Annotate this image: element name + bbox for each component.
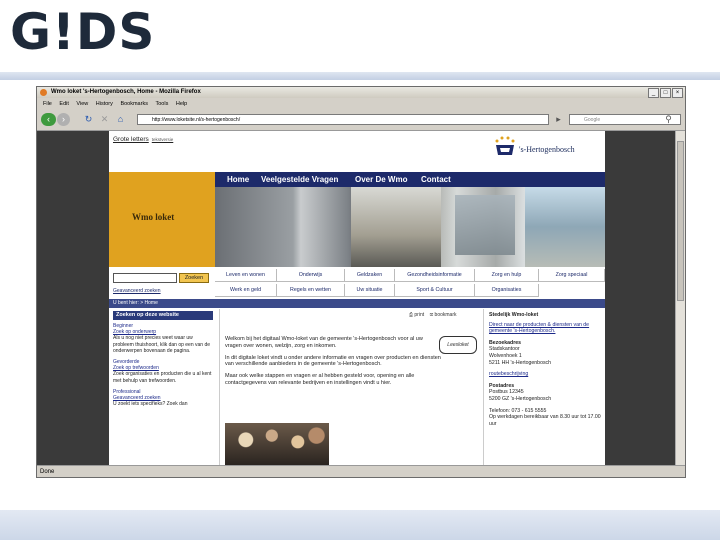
crowd-photo — [225, 423, 329, 465]
print-link[interactable]: print — [414, 312, 424, 318]
professional-text: U zoekt iets specifieks? Zoek dan — [113, 401, 188, 408]
main-content: Welkom bij het digitaal Wmo-loket van de… — [225, 336, 445, 387]
print-icon[interactable]: ⎙ — [409, 312, 413, 318]
go-icon[interactable]: ▸ — [553, 114, 564, 125]
slide-header: G!DS — [0, 0, 720, 78]
telefoon-hours: Op werkdagen bereikbaar van 8.30 uur tot… — [489, 414, 601, 427]
postadres-line-2: 5200 GZ 's-Hertogenbosch — [489, 395, 552, 402]
zoeken-button[interactable]: Zoeken — [179, 273, 209, 283]
scrollbar-thumb[interactable] — [677, 141, 684, 301]
welcome-paragraph: Welkom bij het digitaal Wmo-loket van de… — [225, 336, 423, 349]
topic-werk-en-geld[interactable]: Werk en geld — [215, 284, 277, 297]
bookmark-link[interactable]: bookmark — [435, 312, 457, 318]
routebeschrijving-link[interactable]: routebeschrijving — [489, 371, 601, 378]
topic-zorg-en-hulp[interactable]: Zorg en hulp — [475, 269, 539, 282]
page-actions: ⎙ print ✉ bookmark — [409, 312, 457, 318]
menu-history[interactable]: History — [96, 99, 113, 109]
gevorderde-text: Zoek organisaties en producten die u al … — [113, 371, 212, 384]
beginner-text: Als u nog niet precies weet waar uw prob… — [113, 335, 211, 354]
menu-tools[interactable]: Tools — [155, 99, 168, 109]
minimize-icon[interactable]: _ — [648, 88, 659, 98]
topic-sport-cultuur[interactable]: Sport & Cultuur — [395, 284, 475, 297]
leesloket-badge[interactable]: Leesloket — [439, 336, 477, 354]
nav-contact[interactable]: Contact — [421, 172, 451, 187]
window-controls: _ □ × — [648, 88, 683, 98]
tekstversie-label: tekstversie — [151, 137, 174, 142]
divider — [483, 309, 484, 465]
nav-veelgestelde-vragen[interactable]: Veelgestelde Vragen — [261, 172, 338, 187]
menu-bookmarks[interactable]: Bookmarks — [120, 99, 148, 109]
wmo-loket-page: Grote letters tekstversie 's-Hertogenbosc… — [109, 131, 605, 465]
home-icon[interactable]: ⌂ — [115, 114, 126, 125]
grote-letters-link[interactable]: Grote letters tekstversie — [113, 136, 173, 143]
postadres-line-1: Postbus 12345 — [489, 389, 524, 396]
left-heading: Zoeken op deze website — [113, 311, 213, 320]
vertical-scrollbar[interactable] — [675, 131, 685, 465]
menu-help[interactable]: Help — [176, 99, 187, 109]
topic-leven-en-wonen[interactable]: Leven en wonen — [215, 269, 277, 282]
menu-view[interactable]: View — [76, 99, 88, 109]
site-search-input[interactable] — [113, 273, 177, 283]
page-viewport: Grote letters tekstversie 's-Hertogenbosc… — [37, 131, 675, 465]
building-photo — [215, 187, 605, 267]
wmo-loket-title: Wmo loket — [132, 212, 175, 222]
address-line-1: Stadskantoor — [489, 346, 520, 353]
bookmark-icon[interactable]: ✉ — [430, 312, 433, 318]
window-title: Wmo loket 's-Hertogenbosch, Home - Mozil… — [51, 89, 201, 95]
window-title-bar: Wmo loket 's-Hertogenbosch, Home - Mozil… — [37, 87, 685, 98]
advanced-search-link[interactable]: Geavanceerd zoeken — [113, 288, 161, 294]
topic-onderwijs[interactable]: Onderwijs — [277, 269, 345, 282]
breadcrumb: U bent hier: > Home — [109, 299, 605, 308]
topic-zorg-speciaal[interactable]: Zorg speciaal — [539, 269, 605, 282]
grote-letters-label: Grote letters — [113, 136, 149, 143]
navigation-toolbar: ‹ › ↻ ✕ ⌂ http://www.loketsite.nl/s-hert… — [37, 110, 685, 131]
right-column: Stedelijk Wmo-loket Direct naar de produ… — [489, 312, 601, 427]
wmo-loket-banner: Wmo loket — [109, 172, 215, 267]
topic-organisaties[interactable]: Organisaties — [475, 284, 539, 297]
divider — [219, 309, 220, 465]
topic-gezondheidsinformatie[interactable]: Gezondheidsinformatie — [395, 269, 475, 282]
left-column: Beginner Zoek op onderwerp Als u nog nie… — [113, 323, 213, 407]
menu-file[interactable]: File — [43, 99, 52, 109]
stedelijk-wmo-loket-heading: Stedelijk Wmo-loket — [489, 312, 539, 318]
menu-bar: File Edit View History Bookmarks Tools H… — [37, 99, 685, 109]
address-bar[interactable]: http://www.loketsite.nl/s-hertogenbosch/ — [137, 114, 549, 125]
intro-paragraph: In dit digitale loket vindt u onder ande… — [225, 354, 441, 368]
address-line-2: Wolvenhoek 1 — [489, 352, 522, 359]
status-bar: Done — [37, 465, 685, 477]
producten-diensten-link[interactable]: Direct naar de producten & diensten van … — [489, 322, 601, 335]
firefox-icon — [40, 89, 47, 96]
topic-regels-en-wetten[interactable]: Regels en wetten — [277, 284, 345, 297]
maximize-icon[interactable]: □ — [660, 88, 671, 98]
menu-edit[interactable]: Edit — [59, 99, 68, 109]
site-navigation: Home Veelgestelde Vragen Over De Wmo Con… — [215, 172, 605, 187]
search-icon[interactable]: ⚲ — [663, 114, 674, 125]
topic-grid: Leven en wonen Onderwijs Geldzaken Gezon… — [215, 269, 605, 299]
stop-icon[interactable]: ✕ — [99, 114, 110, 125]
slide-bottom-band — [0, 510, 720, 540]
back-button[interactable]: ‹ — [41, 113, 56, 126]
postadres-heading: Postadres — [489, 382, 515, 389]
reload-icon[interactable]: ↻ — [83, 114, 94, 125]
slide-top-band — [0, 72, 720, 80]
city-crest-icon — [495, 136, 515, 155]
address-line-3: 5211 HH 's-Hertogenbosch — [489, 359, 552, 366]
bezoekadres-heading: Bezoekadres — [489, 339, 522, 346]
close-icon[interactable]: × — [672, 88, 683, 98]
gids-logo: G!DS — [10, 3, 156, 61]
nav-home[interactable]: Home — [227, 172, 249, 187]
firefox-window: Wmo loket 's-Hertogenbosch, Home - Mozil… — [36, 86, 686, 478]
info-paragraph: Maar ook welke stappen en vragen er al h… — [225, 373, 415, 386]
telefoon-text: Telefoon: 073 - 615 5555 — [489, 407, 547, 414]
topic-uw-situatie[interactable]: Uw situatie — [345, 284, 395, 297]
site-search: Zoeken — [113, 273, 213, 285]
nav-over-de-wmo[interactable]: Over De Wmo — [355, 172, 407, 187]
topic-geldzaken[interactable]: Geldzaken — [345, 269, 395, 282]
forward-button[interactable]: › — [57, 113, 70, 126]
city-name: 's-Hertogenbosch — [519, 145, 575, 154]
